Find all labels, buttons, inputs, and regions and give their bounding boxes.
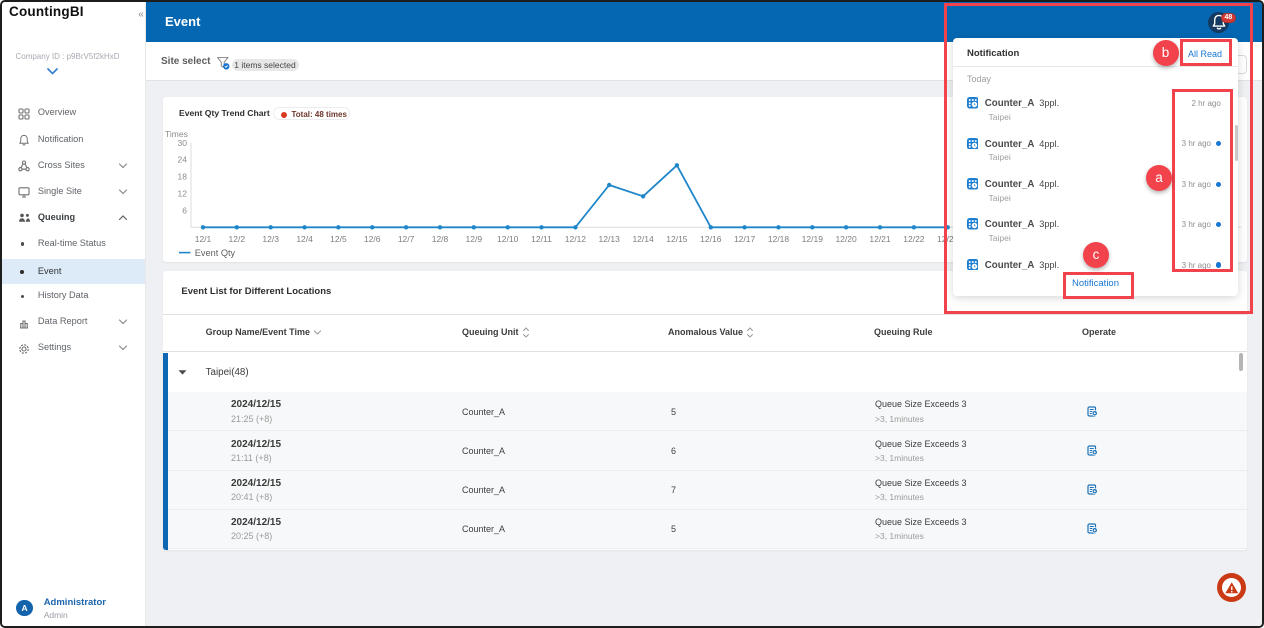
svg-text:12: 12 (178, 189, 188, 199)
svg-text:24: 24 (178, 155, 188, 165)
svg-text:12/13: 12/13 (599, 234, 621, 244)
svg-text:12/14: 12/14 (632, 234, 654, 244)
svg-text:12/10: 12/10 (497, 234, 519, 244)
svg-text:12/1: 12/1 (195, 234, 212, 244)
svg-text:18: 18 (178, 172, 188, 182)
svg-text:12/17: 12/17 (734, 234, 756, 244)
svg-text:12/2: 12/2 (229, 234, 246, 244)
svg-text:12/7: 12/7 (398, 234, 415, 244)
svg-text:12/16: 12/16 (700, 234, 722, 244)
svg-text:12/21: 12/21 (869, 234, 891, 244)
svg-text:12/19: 12/19 (802, 234, 824, 244)
svg-text:12/20: 12/20 (835, 234, 857, 244)
svg-text:12/18: 12/18 (768, 234, 790, 244)
svg-text:12/6: 12/6 (364, 234, 381, 244)
svg-text:12/22: 12/22 (903, 234, 925, 244)
svg-text:12/3: 12/3 (262, 234, 279, 244)
svg-text:6: 6 (182, 205, 187, 215)
svg-text:12/15: 12/15 (666, 234, 688, 244)
svg-text:12/4: 12/4 (296, 234, 313, 244)
svg-text:Event Qty: Event Qty (195, 248, 236, 258)
svg-text:30: 30 (178, 138, 188, 148)
svg-text:12/12: 12/12 (565, 234, 587, 244)
svg-text:12/5: 12/5 (330, 234, 347, 244)
svg-text:12/8: 12/8 (432, 234, 449, 244)
svg-text:12/9: 12/9 (466, 234, 483, 244)
svg-text:12/11: 12/11 (531, 234, 552, 244)
